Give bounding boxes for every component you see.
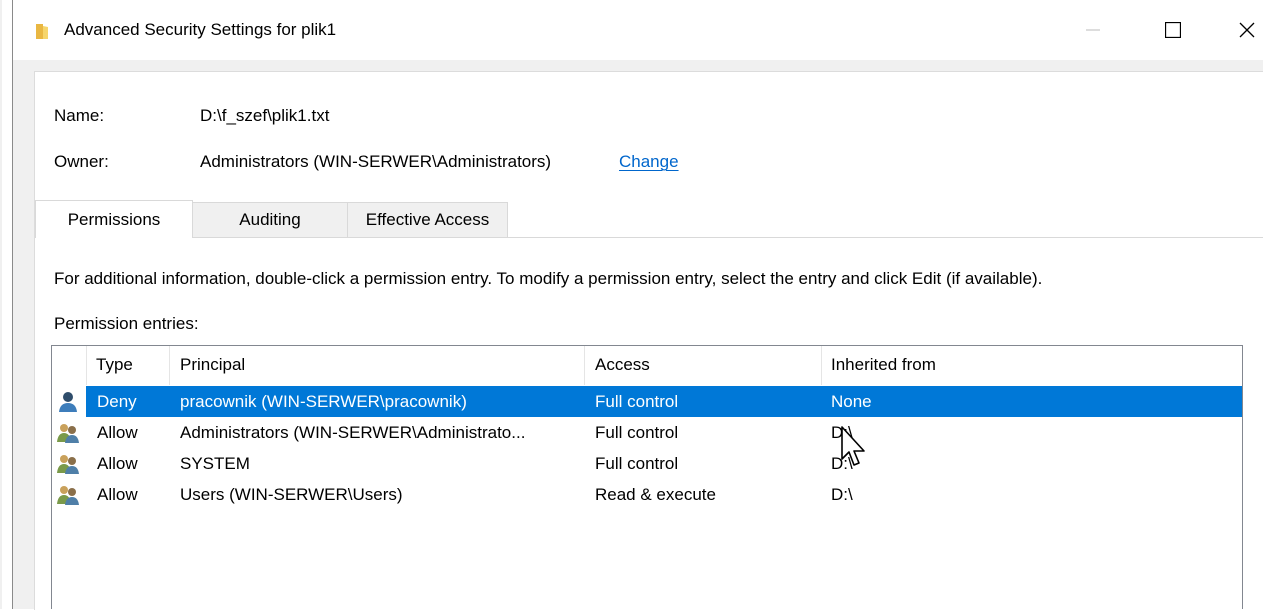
- entry-type: Deny: [97, 392, 137, 411]
- entry-access: Full control: [595, 454, 679, 473]
- name-value: D:\f_szef\plik1.txt: [200, 106, 330, 125]
- mouse-cursor-icon: [841, 426, 865, 466]
- column-header-type[interactable]: Type: [96, 355, 133, 375]
- close-icon: [1239, 22, 1255, 38]
- close-button[interactable]: [1227, 10, 1263, 50]
- group-icon: [57, 455, 79, 474]
- entry-access: Read & execute: [595, 485, 716, 504]
- folder-icon: [36, 24, 48, 39]
- window-title: Advanced Security Settings for plik1: [64, 20, 337, 39]
- entry-type: Allow: [97, 485, 138, 504]
- title-bar[interactable]: Advanced Security Settings for plik1: [13, 0, 1263, 60]
- list-header: Type Principal Access Inherited from: [52, 346, 1242, 385]
- column-separator: [821, 346, 822, 385]
- table-row[interactable]: Allow SYSTEM Full control D:\: [52, 448, 1242, 479]
- tab-auditing[interactable]: Auditing: [192, 202, 348, 237]
- entry-principal: SYSTEM: [180, 454, 250, 473]
- entry-principal: pracownik (WIN-SERWER\pracownik): [180, 392, 467, 411]
- entry-access: Full control: [595, 392, 679, 411]
- entry-type: Allow: [97, 454, 138, 473]
- window-edge: [0, 0, 2, 609]
- instructions-text: For additional information, double-click…: [54, 269, 1043, 288]
- maximize-button[interactable]: [1153, 10, 1193, 50]
- column-header-access[interactable]: Access: [595, 355, 650, 375]
- user-icon: [59, 392, 77, 412]
- permission-entries-list[interactable]: Type Principal Access Inherited from Den…: [51, 345, 1243, 609]
- column-separator: [86, 346, 87, 385]
- owner-label: Owner:: [54, 152, 109, 171]
- permission-entries-label: Permission entries:: [54, 314, 199, 333]
- group-icon: [57, 424, 79, 443]
- column-header-principal[interactable]: Principal: [180, 355, 245, 375]
- column-header-inherited[interactable]: Inherited from: [831, 355, 936, 375]
- name-label: Name:: [54, 106, 105, 125]
- entry-principal: Administrators (WIN-SERWER\Administrato.…: [180, 423, 526, 442]
- entry-type: Allow: [97, 423, 138, 442]
- table-row[interactable]: Allow Administrators (WIN-SERWER\Adminis…: [52, 417, 1242, 448]
- table-row[interactable]: Deny pracownik (WIN-SERWER\pracownik) Fu…: [52, 386, 1242, 417]
- entry-inherited: D:\: [831, 485, 853, 504]
- table-row[interactable]: Allow Users (WIN-SERWER\Users) Read & ex…: [52, 479, 1242, 510]
- tab-strip-line: [35, 237, 1263, 238]
- tab-label: Effective Access: [365, 210, 490, 229]
- minimize-icon: [1086, 29, 1100, 31]
- entry-access: Full control: [595, 423, 679, 442]
- group-icon: [57, 486, 79, 505]
- minimize-button[interactable]: [1073, 10, 1113, 50]
- entry-inherited: None: [831, 392, 872, 411]
- maximize-icon: [1165, 22, 1181, 38]
- tab-permissions[interactable]: Permissions: [35, 200, 193, 238]
- tab-label: Auditing: [239, 210, 301, 229]
- tab-effective-access[interactable]: Effective Access: [347, 202, 508, 237]
- entry-principal: Users (WIN-SERWER\Users): [180, 485, 403, 504]
- column-separator: [169, 346, 170, 385]
- owner-value: Administrators (WIN-SERWER\Administrator…: [200, 152, 552, 171]
- column-separator: [584, 346, 585, 385]
- change-owner-link[interactable]: Change: [619, 152, 679, 172]
- tab-label: Permissions: [67, 209, 161, 229]
